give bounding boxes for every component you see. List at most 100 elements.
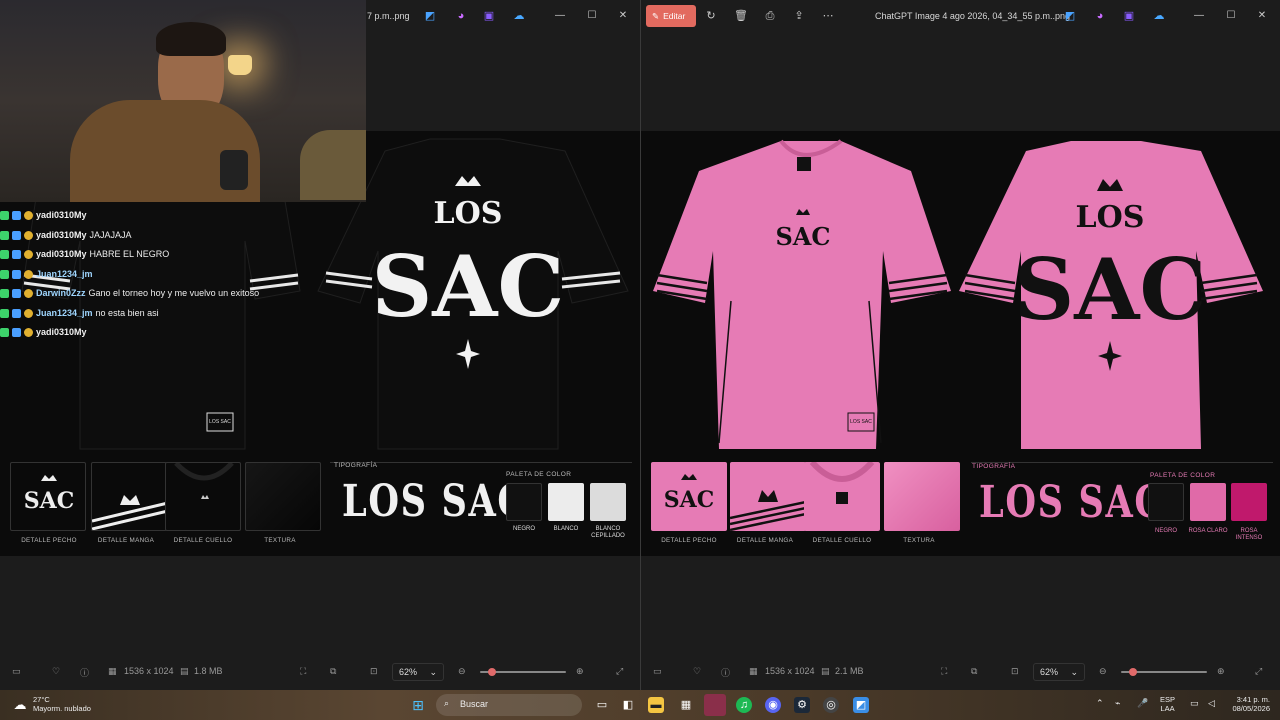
webcam-overlay [0, 0, 366, 202]
discord-icon[interactable]: ◉ [765, 697, 781, 713]
app-icon[interactable]: ▣ [1122, 9, 1136, 23]
chrome-icon[interactable]: ◎ [823, 697, 839, 713]
zoom-slider[interactable] [1121, 668, 1207, 676]
fullscreen-icon[interactable]: ⤢ [616, 666, 623, 677]
crop-icon[interactable]: ⧉ [971, 666, 977, 677]
thumb-texture[interactable] [245, 462, 321, 531]
badge-icon [0, 269, 9, 279]
thumb-label: DETALLE PECHO [21, 537, 77, 544]
start-icon[interactable]: ⊞ [410, 697, 426, 713]
minimize-button[interactable]: — [553, 10, 567, 21]
minimize-button[interactable]: — [1192, 10, 1206, 21]
maximize-button[interactable]: ☐ [585, 10, 599, 21]
task-view-icon[interactable]: ▭ [594, 697, 610, 713]
photos-app-icon[interactable] [704, 694, 726, 716]
edit-icon: ✎ [652, 10, 660, 21]
thumb-chest-detail[interactable]: SAC [651, 462, 727, 531]
app-icon[interactable]: ◩ [423, 9, 437, 23]
weather-temp: 27°C [33, 695, 50, 704]
thumb-sleeve-detail[interactable] [730, 462, 806, 531]
right-photo-viewer-window: ✎ Editar ↻ 🗑 ⎙ ⇪ ⋯ ChatGPT Image 4 ago 20… [641, 0, 1280, 690]
network-icon[interactable]: ⌁ [1115, 699, 1120, 708]
thumb-chest-detail[interactable]: SAC [10, 462, 86, 531]
chat-username[interactable]: Juan1234_jm [36, 307, 93, 320]
app-icon[interactable]: ◩ [1063, 9, 1077, 23]
chevron-up-icon[interactable]: ⌃ [1096, 699, 1104, 708]
chat-username[interactable]: yadi0310My [36, 248, 87, 261]
right-statusbar: ▭ ♡ ⓘ ▦ 1536 x 1024 ▤ 2.1 MB ⛶ ⧉ ⊡ 62% ⌄ … [641, 660, 1280, 684]
filmstrip-icon[interactable]: ▭ [12, 666, 21, 677]
app-icon[interactable]: ▣ [482, 9, 496, 23]
swatch-label: NEGRO [1154, 528, 1177, 534]
thumb-label: TEXTURA [264, 537, 296, 544]
chat-message: yadi0310My [0, 323, 330, 343]
explorer-icon[interactable]: ◧ [620, 697, 636, 713]
fullscreen-icon[interactable]: ⤢ [1255, 666, 1262, 677]
actual-size-icon[interactable]: ⊡ [370, 666, 378, 677]
chat-username[interactable]: Juan1234_jm [36, 268, 93, 281]
print-icon[interactable]: ⎙ [763, 9, 777, 23]
fit-icon[interactable]: ⛶ [300, 666, 306, 677]
palette-label: PALETA DE COLOR [506, 471, 572, 478]
store-icon[interactable]: ▦ [678, 697, 694, 713]
left-file-title: 7 p.m..png [367, 11, 410, 21]
steam-icon[interactable]: ⚙ [794, 697, 810, 713]
rotate-icon[interactable]: ↻ [704, 9, 718, 23]
actual-size-icon[interactable]: ⊡ [1011, 666, 1019, 677]
zoom-out-icon[interactable]: ⊖ [458, 666, 466, 677]
clock[interactable]: 3:41 p. m. 08/05/2026 [1228, 695, 1270, 713]
chat-username[interactable]: yadi0310My [36, 326, 87, 339]
left-photo-viewer-window: 7 p.m..png ◩ ◕ ▣ ☁ — ☐ ✕ LOS SAC LOS SAC… [0, 0, 640, 690]
app-icon[interactable]: ◕ [454, 9, 468, 23]
thumb-collar-detail[interactable] [165, 462, 241, 531]
chat-username[interactable]: Darwin0Zzz [36, 287, 86, 300]
badge-icon [0, 308, 9, 318]
fit-icon[interactable]: ⛶ [941, 666, 947, 677]
close-button[interactable]: ✕ [1255, 10, 1269, 21]
crop-icon[interactable]: ⧉ [330, 666, 336, 677]
more-options-icon[interactable]: ⋯ [821, 9, 835, 23]
search-box[interactable]: ⌕ Buscar [436, 694, 582, 716]
maximize-button[interactable]: ☐ [1224, 10, 1238, 21]
thumb-label: DETALLE MANGA [97, 537, 155, 544]
chat-message: Juan1234_jm no esta bien asi [0, 304, 330, 324]
zoom-dropdown[interactable]: 62% ⌄ [1033, 663, 1085, 681]
filmstrip-icon[interactable]: ▭ [653, 666, 662, 677]
info-icon[interactable]: ⓘ [80, 666, 89, 679]
edit-button[interactable]: ✎ Editar [646, 5, 696, 27]
spotify-icon[interactable]: ♫ [736, 697, 752, 713]
language-indicator[interactable]: ESP LAA [1160, 695, 1175, 713]
swatch-black [1148, 483, 1184, 521]
thumb-collar-detail[interactable] [804, 462, 880, 531]
zoom-out-icon[interactable]: ⊖ [1099, 666, 1107, 677]
svg-text:SAC: SAC [664, 487, 714, 513]
search-placeholder: Buscar [460, 699, 489, 709]
share-icon[interactable]: ⇪ [792, 9, 806, 23]
chat-username[interactable]: yadi0310My [36, 229, 87, 242]
favorite-icon[interactable]: ♡ [52, 666, 60, 677]
zoom-slider[interactable] [480, 668, 566, 676]
app-icon[interactable]: ◕ [1093, 9, 1107, 23]
image-size: 1.8 MB [194, 666, 223, 676]
thumb-texture[interactable] [884, 462, 960, 531]
display-icon[interactable]: ▭ [1190, 699, 1199, 708]
weather-icon[interactable]: ☁ [12, 697, 28, 713]
close-button[interactable]: ✕ [616, 10, 630, 21]
cloud-icon[interactable]: ☁ [1152, 9, 1166, 23]
folder-icon[interactable]: ▬ [648, 697, 664, 713]
chat-username[interactable]: yadi0310My [36, 209, 87, 222]
zoom-in-icon[interactable]: ⊕ [576, 666, 584, 677]
delete-icon[interactable]: 🗑 [734, 9, 748, 23]
zoom-in-icon[interactable]: ⊕ [1217, 666, 1225, 677]
image-dimensions: 1536 x 1024 [765, 666, 815, 676]
microphone-icon[interactable]: 🎤 [1137, 699, 1148, 708]
cloud-icon[interactable]: ☁ [512, 9, 526, 23]
favorite-icon[interactable]: ♡ [693, 666, 701, 677]
info-icon[interactable]: ⓘ [721, 666, 730, 679]
thumb-sleeve-detail[interactable] [91, 462, 167, 531]
volume-icon[interactable]: ◁ [1208, 699, 1215, 708]
app-icon[interactable]: ◩ [853, 697, 869, 713]
weather-widget[interactable]: 27°C Mayorm. nublado [33, 695, 91, 713]
badge-icon [12, 269, 21, 279]
zoom-dropdown[interactable]: 62% ⌄ [392, 663, 444, 681]
